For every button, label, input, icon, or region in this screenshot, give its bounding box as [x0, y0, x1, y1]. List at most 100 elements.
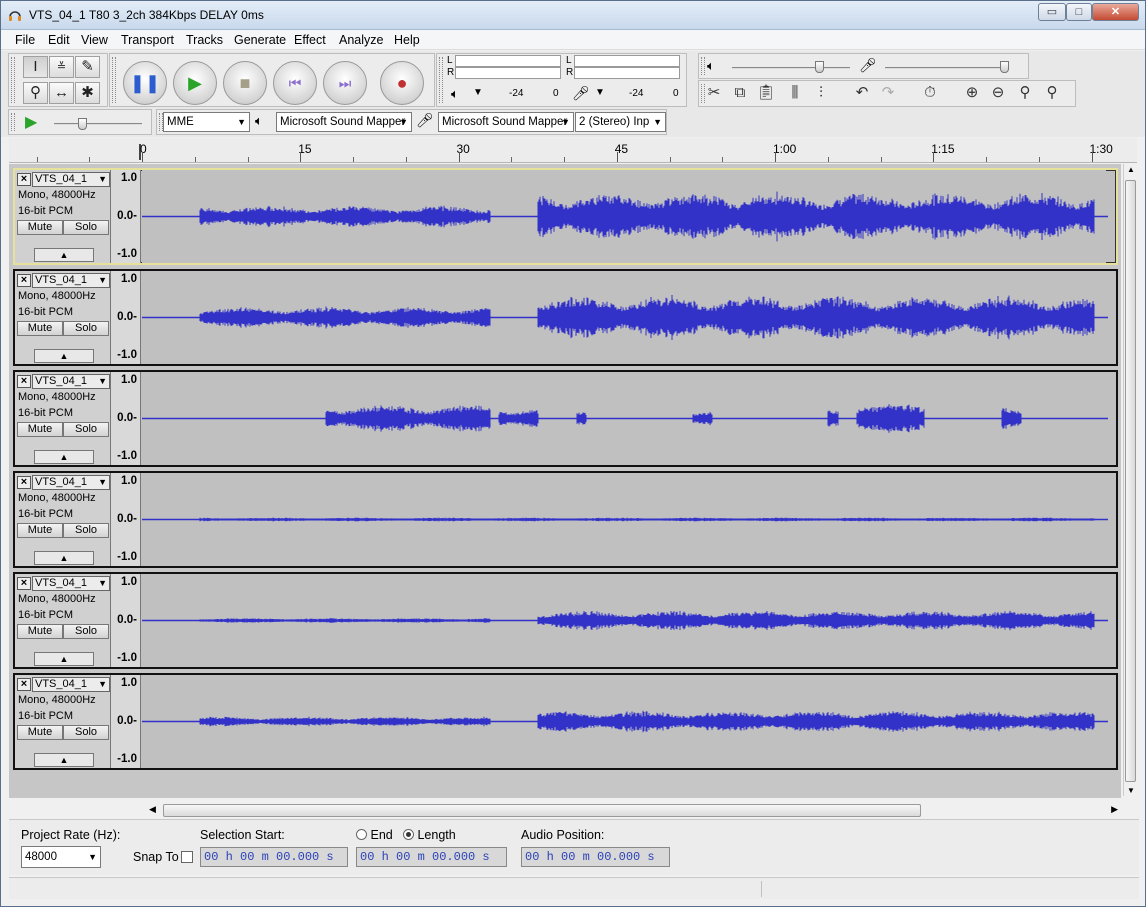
mute-button[interactable]: Mute	[17, 624, 63, 639]
track-name-menu[interactable]: VTS_04_1 ▼	[32, 172, 110, 187]
end-radio[interactable]	[356, 829, 367, 840]
scroll-down-icon[interactable]: ▼	[1127, 786, 1135, 795]
copy-icon[interactable]: ⧉	[727, 82, 753, 106]
redo-icon[interactable]: ↷	[875, 82, 901, 106]
selection-tool-icon[interactable]: I	[23, 56, 48, 78]
fit-project-icon[interactable]: ⚲	[1039, 82, 1065, 106]
toolbar-grip[interactable]	[112, 57, 116, 103]
trim-icon[interactable]: ⫼	[782, 82, 808, 106]
mute-button[interactable]: Mute	[17, 725, 63, 740]
draw-tool-icon[interactable]: ✎	[75, 56, 100, 78]
track-control-panel[interactable]: × VTS_04_1 ▼ Mono, 48000Hz 16-bit PCM Mut…	[15, 473, 111, 566]
output-volume-knob[interactable]	[815, 61, 824, 73]
audio-track[interactable]: × VTS_04_1 ▼ Mono, 48000Hz 16-bit PCM Mut…	[13, 168, 1118, 265]
close-track-icon[interactable]: ×	[17, 375, 31, 388]
collapse-track-icon[interactable]: ▲	[34, 652, 94, 666]
input-volume-knob[interactable]	[1000, 61, 1009, 73]
waveform-area[interactable]	[142, 574, 1108, 667]
horizontal-scroll-thumb[interactable]	[163, 804, 921, 817]
zoom-out-icon[interactable]: ⊖	[985, 82, 1011, 106]
solo-button[interactable]: Solo	[63, 725, 109, 740]
solo-button[interactable]: Solo	[63, 523, 109, 538]
selection-length-time[interactable]: 00 h 00 m 00.000 s	[356, 847, 507, 867]
mute-button[interactable]: Mute	[17, 321, 63, 336]
vertical-scroll-thumb[interactable]	[1125, 180, 1136, 782]
play-meter-dropdown-icon[interactable]: ▼	[473, 87, 483, 98]
collapse-track-icon[interactable]: ▲	[34, 248, 94, 262]
audio-track[interactable]: × VTS_04_1 ▼ Mono, 48000Hz 16-bit PCM Mut…	[13, 269, 1118, 366]
paste-icon[interactable]: 📋︎	[753, 82, 779, 106]
rec-meter-dropdown-icon[interactable]: ▼	[595, 87, 605, 98]
playback-meter-left[interactable]	[455, 55, 561, 67]
zoom-tool-icon[interactable]: ⚲	[23, 82, 48, 104]
menu-edit[interactable]: Edit	[48, 33, 70, 47]
waveform-area[interactable]	[142, 473, 1108, 566]
output-volume-slider[interactable]	[732, 67, 850, 69]
audio-track[interactable]: × VTS_04_1 ▼ Mono, 48000Hz 16-bit PCM Mut…	[13, 572, 1118, 669]
close-track-icon[interactable]: ×	[17, 173, 31, 186]
vertical-scrollbar[interactable]: ▲ ▼	[1123, 164, 1137, 796]
solo-button[interactable]: Solo	[63, 422, 109, 437]
selection-start-time[interactable]: 00 h 00 m 00.000 s	[200, 847, 348, 867]
toolbar-grip[interactable]	[439, 57, 443, 103]
close-track-icon[interactable]: ×	[17, 274, 31, 287]
track-control-panel[interactable]: × VTS_04_1 ▼ Mono, 48000Hz 16-bit PCM Mut…	[15, 574, 111, 667]
audio-host-select[interactable]: MME ▼	[163, 112, 250, 132]
track-control-panel[interactable]: × VTS_04_1 ▼ Mono, 48000Hz 16-bit PCM Mut…	[15, 271, 111, 364]
solo-button[interactable]: Solo	[63, 321, 109, 336]
end-radio-group[interactable]: End	[356, 828, 393, 842]
track-name-menu[interactable]: VTS_04_1 ▼	[32, 677, 110, 692]
toolbar-grip[interactable]	[11, 113, 15, 131]
speed-knob[interactable]	[78, 118, 87, 130]
audio-position-time[interactable]: 00 h 00 m 00.000 s	[521, 847, 670, 867]
menu-transport[interactable]: Transport	[121, 33, 174, 47]
horizontal-scrollbar[interactable]: ◀ ▶	[146, 803, 1121, 818]
envelope-tool-icon[interactable]: ≚	[49, 56, 74, 78]
silence-icon[interactable]: ⫶	[808, 82, 834, 106]
input-volume-slider[interactable]	[885, 67, 1007, 69]
undo-icon[interactable]: ↶	[849, 82, 875, 106]
waveform-area[interactable]	[142, 170, 1108, 263]
snap-to-checkbox[interactable]	[181, 851, 193, 863]
collapse-track-icon[interactable]: ▲	[34, 551, 94, 565]
collapse-track-icon[interactable]: ▲	[34, 349, 94, 363]
record-meter-left[interactable]	[574, 55, 680, 67]
waveform-area[interactable]	[142, 271, 1108, 364]
audio-track[interactable]: × VTS_04_1 ▼ Mono, 48000Hz 16-bit PCM Mut…	[13, 673, 1118, 770]
menu-view[interactable]: View	[81, 33, 108, 47]
cut-icon[interactable]: ✂	[701, 82, 727, 106]
mute-button[interactable]: Mute	[17, 422, 63, 437]
input-channels-select[interactable]: 2 (Stereo) Inp ▼	[575, 112, 666, 132]
collapse-track-icon[interactable]: ▲	[34, 753, 94, 767]
scroll-left-icon[interactable]: ◀	[149, 804, 156, 815]
length-radio-group[interactable]: Length	[403, 828, 456, 842]
stop-button[interactable]: ■	[223, 61, 267, 105]
track-control-panel[interactable]: × VTS_04_1 ▼ Mono, 48000Hz 16-bit PCM Mut…	[15, 675, 111, 768]
audio-track[interactable]: × VTS_04_1 ▼ Mono, 48000Hz 16-bit PCM Mut…	[13, 370, 1118, 467]
skip-start-button[interactable]: ⏮	[273, 61, 317, 105]
record-meter-right[interactable]	[574, 67, 680, 79]
menu-analyze[interactable]: Analyze	[339, 33, 383, 47]
menu-file[interactable]: File	[15, 33, 35, 47]
timeshift-tool-icon[interactable]: ↔	[49, 82, 74, 104]
mute-button[interactable]: Mute	[17, 220, 63, 235]
solo-button[interactable]: Solo	[63, 624, 109, 639]
maximize-button[interactable]: □	[1066, 3, 1092, 21]
collapse-track-icon[interactable]: ▲	[34, 450, 94, 464]
length-radio[interactable]	[403, 829, 414, 840]
menu-help[interactable]: Help	[394, 33, 420, 47]
project-rate-select[interactable]: 48000 ▼	[21, 846, 101, 868]
timeline-ruler[interactable]: 0 15 30 45 1:00 1:15 1:30	[9, 138, 1137, 163]
mute-button[interactable]: Mute	[17, 523, 63, 538]
play-button[interactable]: ▶	[173, 61, 217, 105]
menu-generate[interactable]: Generate	[234, 33, 286, 47]
track-name-menu[interactable]: VTS_04_1 ▼	[32, 273, 110, 288]
skip-end-button[interactable]: ⏭	[323, 61, 367, 105]
close-button[interactable]: ✕	[1092, 3, 1139, 21]
menu-effect[interactable]: Effect	[294, 33, 326, 47]
zoom-in-icon[interactable]: ⊕	[959, 82, 985, 106]
multi-tool-icon[interactable]: ✱	[75, 82, 100, 104]
scroll-up-icon[interactable]: ▲	[1127, 165, 1135, 174]
minimize-button[interactable]: ▭	[1038, 3, 1066, 21]
pause-button[interactable]: ❚❚	[123, 61, 167, 105]
